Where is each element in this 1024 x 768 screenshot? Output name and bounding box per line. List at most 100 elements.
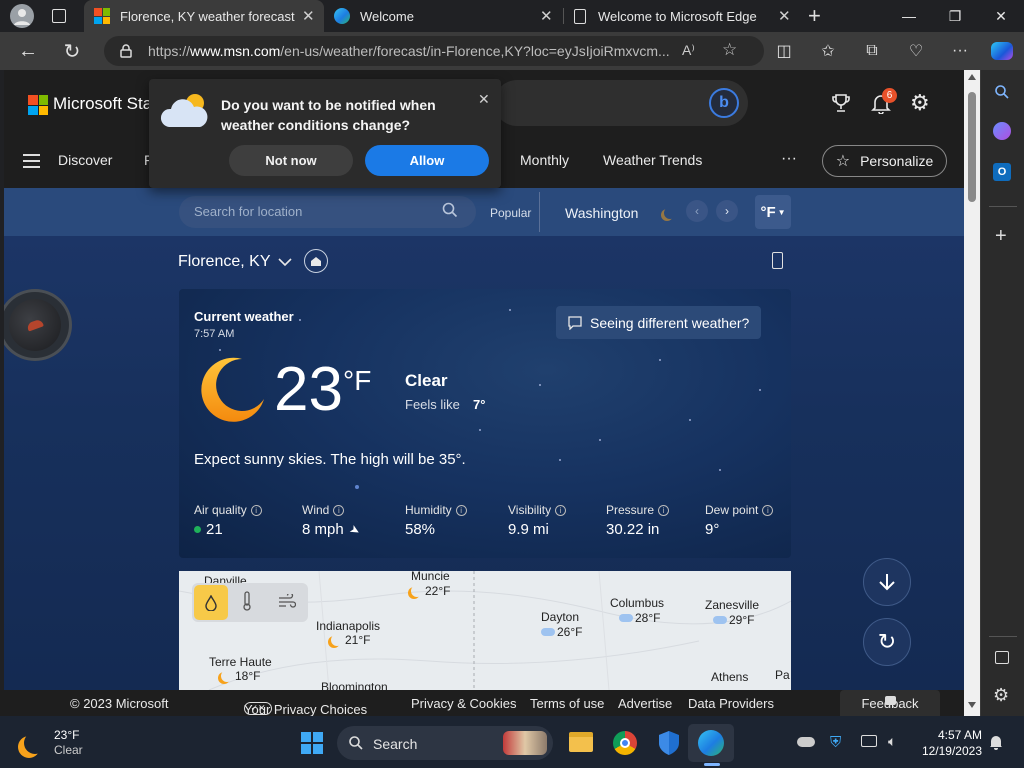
clock[interactable]: 4:57 AM 12/19/2023 — [916, 727, 982, 759]
tab-welcome-to-edge[interactable]: Welcome to Microsoft Edge ✕ — [564, 0, 802, 32]
stat-pressure[interactable]: Pressure i 30.22 in — [606, 503, 670, 538]
bing-icon[interactable]: b — [709, 88, 739, 118]
stat-visibility[interactable]: Visibility i 9.9 mi — [508, 503, 567, 538]
info-icon[interactable]: i — [250, 504, 262, 516]
close-tab-icon[interactable]: ✕ — [540, 7, 553, 25]
collections-icon[interactable]: ⧉ — [856, 32, 888, 70]
tab-actions-icon[interactable] — [52, 9, 66, 23]
display-icon[interactable] — [861, 735, 877, 747]
onedrive-cloud-icon[interactable] — [797, 737, 815, 747]
hide-sidebar-icon[interactable] — [995, 651, 1009, 664]
new-tab-icon[interactable]: + — [808, 3, 821, 29]
close-tab-icon[interactable]: ✕ — [302, 7, 315, 25]
info-icon[interactable]: i — [455, 504, 467, 516]
info-icon[interactable]: i — [555, 504, 567, 516]
next-city-arrow-icon[interactable]: › — [716, 200, 738, 222]
active-app-indicator — [704, 763, 720, 766]
nav-discover[interactable]: Discover — [58, 152, 112, 168]
nav-monthly[interactable]: Monthly — [520, 152, 569, 168]
chrome-icon[interactable] — [613, 731, 637, 755]
different-weather-button[interactable]: Seeing different weather? — [556, 306, 761, 339]
feedback-button[interactable]: Feedback — [840, 690, 940, 716]
nav-more-icon[interactable]: ··· — [781, 150, 797, 168]
hamburger-menu-icon[interactable] — [23, 154, 40, 168]
rewards-trophy-icon[interactable] — [830, 92, 852, 114]
page-scrollbar[interactable] — [964, 70, 980, 716]
brand-title[interactable]: Microsoft Sta — [53, 94, 152, 114]
location-selector[interactable]: Florence, KY — [178, 253, 293, 271]
advertise-link[interactable]: Advertise — [618, 696, 672, 711]
personalize-button[interactable]: ☆ Personalize — [822, 145, 947, 177]
close-popup-icon[interactable]: ✕ — [478, 91, 490, 108]
add-sidebar-app-icon[interactable]: + — [995, 225, 1007, 248]
sidebar-settings-gear-icon[interactable]: ⚙ — [993, 686, 1009, 704]
lock-icon[interactable] — [120, 44, 132, 58]
scroll-down-icon[interactable] — [968, 702, 976, 708]
terms-of-use-link[interactable]: Terms of use — [530, 696, 604, 711]
browser-essentials-icon[interactable]: ♡ — [900, 32, 932, 70]
info-icon[interactable]: i — [762, 504, 774, 516]
refresh-button[interactable]: ↻ — [863, 618, 911, 666]
edge-taskbar-icon[interactable] — [688, 724, 734, 762]
tab-title: Welcome to Microsoft Edge — [598, 8, 757, 24]
popular-city-washington[interactable]: Washington — [565, 205, 638, 221]
read-aloud-icon[interactable]: A⁾ — [682, 42, 695, 59]
privacy-cookies-link[interactable]: Privacy & Cookies — [411, 696, 516, 711]
wind-layer-icon[interactable] — [278, 594, 296, 608]
settings-more-icon[interactable]: ··· — [944, 32, 976, 70]
copilot-icon[interactable] — [986, 32, 1018, 70]
outlook-icon[interactable]: O — [993, 163, 1011, 181]
unit-dropdown[interactable]: °F ▼ — [755, 195, 791, 229]
feels-like-label: Feels like — [405, 397, 460, 412]
data-providers-link[interactable]: Data Providers — [688, 696, 774, 711]
refresh-icon[interactable]: ↻ — [56, 32, 88, 70]
search-icon[interactable] — [994, 84, 1010, 100]
search-icon[interactable] — [441, 201, 459, 219]
moon-weather-icon — [194, 355, 266, 423]
weather-map[interactable]: Danville Muncie 22°F Indianapolis 21°F T… — [179, 571, 791, 690]
tab-florence-weather[interactable]: Florence, KY weather forecast | M ✕ — [84, 0, 324, 32]
precipitation-layer-icon[interactable] — [194, 585, 228, 620]
scroll-up-icon[interactable] — [968, 74, 976, 80]
favorite-star-icon[interactable]: ☆ — [722, 40, 737, 60]
stat-humidity[interactable]: Humidity i 58% — [405, 503, 467, 538]
stat-dew-point[interactable]: Dew point i 9° — [705, 503, 774, 538]
notification-bell-icon[interactable] — [989, 734, 1003, 750]
settings-gear-icon[interactable]: ⚙ — [910, 92, 930, 114]
tab-welcome[interactable]: Welcome ✕ — [324, 0, 562, 32]
prev-city-arrow-icon[interactable]: ‹ — [686, 200, 708, 222]
security-alert-icon[interactable]: ⛨ — [830, 734, 841, 751]
home-location-icon[interactable] — [304, 249, 328, 273]
start-button-icon[interactable] — [301, 732, 323, 754]
defender-shield-icon[interactable] — [657, 730, 681, 756]
close-window-icon[interactable]: ✕ — [978, 0, 1024, 32]
nav-weather-trends[interactable]: Weather Trends — [603, 152, 702, 168]
not-now-button[interactable]: Not now — [229, 145, 353, 176]
restore-icon[interactable]: ❐ — [932, 0, 978, 32]
scrollbar-thumb[interactable] — [968, 92, 976, 202]
scroll-down-button[interactable] — [863, 558, 911, 606]
back-icon[interactable]: ← — [12, 32, 44, 70]
sparkle-star-icon: ☆ — [835, 153, 851, 170]
taskbar-search-box[interactable]: Search — [337, 726, 553, 760]
info-icon[interactable]: i — [333, 504, 345, 516]
temperature-layer-icon[interactable] — [242, 591, 252, 611]
file-explorer-icon[interactable] — [569, 732, 593, 752]
stat-air-quality[interactable]: Air quality i 21 — [194, 503, 262, 538]
microsoft-logo-icon — [94, 8, 110, 24]
copilot-sidebar-icon[interactable] — [993, 122, 1011, 140]
volume-muted-icon[interactable]: 🔈︎ — [888, 733, 896, 750]
location-search-input[interactable]: Search for location — [179, 196, 476, 228]
phone-app-icon[interactable] — [772, 252, 783, 269]
favorites-icon[interactable]: ✩ — [812, 32, 844, 70]
stat-wind[interactable]: Wind i 8 mph ➤ — [302, 503, 363, 538]
weather-widget[interactable]: 23°F Clear — [18, 728, 83, 758]
address-bar[interactable]: https://www.msn.com/en-us/weather/foreca… — [104, 36, 764, 66]
msn-weather-page: Microsoft Sta b 6 ⚙ Discover F Monthly W… — [4, 70, 964, 690]
minimize-icon[interactable]: — — [886, 0, 932, 32]
profile-avatar-icon[interactable] — [10, 4, 34, 28]
info-icon[interactable]: i — [658, 504, 670, 516]
close-tab-icon[interactable]: ✕ — [778, 7, 791, 25]
split-screen-icon[interactable]: ◫ — [768, 32, 800, 70]
allow-button[interactable]: Allow — [365, 145, 489, 176]
